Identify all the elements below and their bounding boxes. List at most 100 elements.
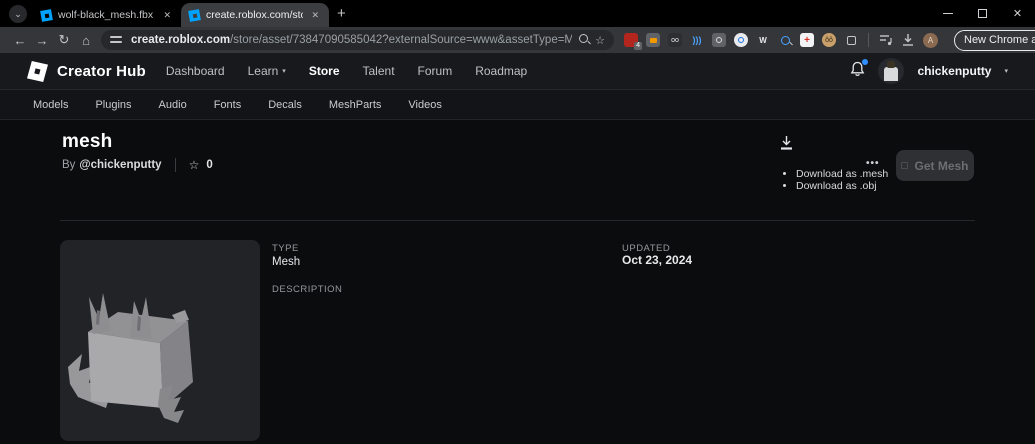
- main-nav: Dashboard Learn ▾ Store Talent Forum Road…: [166, 64, 527, 78]
- forward-button[interactable]: →: [31, 33, 53, 48]
- username[interactable]: chickenputty: [917, 64, 991, 78]
- subnav-plugins[interactable]: Plugins: [95, 99, 131, 111]
- header-right: chickenputty ▾: [850, 58, 1008, 84]
- maximize-button[interactable]: [965, 0, 1000, 26]
- meta-divider: [174, 158, 176, 172]
- extension-hearts-icon[interactable]: 4: [624, 33, 642, 50]
- extension-search-icon[interactable]: [778, 33, 792, 47]
- subnav-videos[interactable]: Videos: [408, 99, 441, 111]
- profile-avatar[interactable]: A: [923, 32, 938, 48]
- chevron-down-icon: ▾: [282, 68, 286, 75]
- nav-roadmap[interactable]: Roadmap: [475, 64, 527, 78]
- extension-sound-icon[interactable]: ))): [690, 33, 704, 47]
- download-button[interactable]: [778, 135, 795, 157]
- chevron-down-icon[interactable]: ▾: [1004, 67, 1008, 75]
- description-label: DESCRIPTION: [272, 284, 343, 295]
- nav-store[interactable]: Store: [309, 64, 340, 78]
- updated-value: Oct 23, 2024: [622, 253, 693, 267]
- section-divider: [60, 220, 975, 221]
- site-info-icon[interactable]: [110, 35, 124, 45]
- type-label: TYPE: [272, 243, 299, 254]
- get-mesh-icon: [901, 162, 909, 169]
- asset-thumbnail-image: [68, 293, 193, 423]
- minimize-button[interactable]: [930, 0, 965, 26]
- subnav-models[interactable]: Models: [33, 99, 68, 111]
- tab-search-button[interactable]: ⌄: [9, 5, 27, 23]
- close-tab-icon[interactable]: ✕: [161, 9, 173, 22]
- tab-studio-file[interactable]: wolf-black_mesh.fbx - Creator S ✕: [33, 3, 181, 27]
- update-chip-label: New Chrome available: [964, 34, 1035, 46]
- author-link[interactable]: @chickenputty: [79, 159, 161, 171]
- asset-page: mesh By @chickenputty ☆ 0 Download as .m…: [0, 120, 1035, 444]
- minimize-icon: [942, 12, 953, 14]
- close-icon: ✕: [1012, 7, 1023, 20]
- more-options-button[interactable]: •••: [866, 158, 880, 169]
- tab-strip: ⌄ wolf-black_mesh.fbx - Creator S ✕ crea…: [0, 0, 1035, 27]
- browser-toolbar: ← → ↻ ⌂ create.roblox.com/store/asset/73…: [0, 27, 1035, 53]
- zoom-icon[interactable]: [579, 34, 589, 46]
- url-path: /store/asset/73847090585042?externalSour…: [230, 34, 573, 46]
- by-label: By: [62, 159, 76, 171]
- roblox-favicon-icon: [188, 8, 201, 22]
- extensions-cluster: 4 oo ))) W + ôô A New Chrome available ⋮: [624, 29, 1035, 51]
- update-chrome-chip[interactable]: New Chrome available ⋮: [954, 29, 1035, 51]
- notifications-button[interactable]: [850, 58, 869, 82]
- extension-clock-icon[interactable]: [734, 33, 748, 47]
- url-text[interactable]: create.roblox.com/store/asset/7384709058…: [131, 34, 572, 46]
- roblox-logo-icon: [27, 60, 48, 82]
- extension-face-icon[interactable]: ôô: [822, 33, 836, 47]
- tab-title: wolf-black_mesh.fbx - Creator S: [58, 9, 155, 21]
- extension-glasses-icon[interactable]: oo: [668, 33, 682, 47]
- favorite-count: 0: [206, 159, 213, 171]
- tab-store-asset[interactable]: create.roblox.com/store/asset/7 ✕: [181, 3, 329, 27]
- new-tab-button[interactable]: +: [337, 5, 346, 22]
- user-avatar[interactable]: [878, 58, 905, 84]
- close-window-button[interactable]: ✕: [1000, 0, 1035, 26]
- downloads-icon[interactable]: [901, 33, 915, 47]
- nav-dashboard[interactable]: Dashboard: [166, 64, 225, 78]
- browser-window: ⌄ wolf-black_mesh.fbx - Creator S ✕ crea…: [0, 0, 1035, 444]
- get-mesh-button[interactable]: Get Mesh: [896, 150, 974, 181]
- extension-badge: 4: [634, 42, 642, 50]
- media-controls-icon[interactable]: [879, 33, 893, 47]
- favorite-star-icon[interactable]: ☆: [189, 158, 200, 172]
- back-button[interactable]: ←: [9, 33, 31, 48]
- download-obj-option[interactable]: Download as .obj: [796, 180, 888, 193]
- extension-camera-icon[interactable]: [712, 33, 726, 47]
- close-tab-icon[interactable]: ✕: [309, 9, 321, 22]
- tab-title: create.roblox.com/store/asset/7: [206, 9, 303, 21]
- brand-name: Creator Hub: [57, 62, 146, 80]
- get-mesh-label: Get Mesh: [914, 158, 969, 173]
- subnav-decals[interactable]: Decals: [268, 99, 302, 111]
- notification-dot: [862, 58, 869, 65]
- download-mesh-option[interactable]: Download as .mesh: [796, 168, 888, 181]
- nav-forum[interactable]: Forum: [418, 64, 453, 78]
- page-title: mesh: [62, 131, 113, 152]
- subnav-fonts[interactable]: Fonts: [214, 99, 242, 111]
- subnav-audio[interactable]: Audio: [159, 99, 187, 111]
- chevron-down-icon: ⌄: [14, 8, 22, 19]
- subnav-meshparts[interactable]: MeshParts: [329, 99, 382, 111]
- creator-hub-header: Creator Hub Dashboard Learn ▾ Store Talen…: [0, 53, 1035, 90]
- nav-talent[interactable]: Talent: [363, 64, 395, 78]
- reload-button[interactable]: ↻: [53, 32, 75, 48]
- address-bar[interactable]: create.roblox.com/store/asset/7384709058…: [101, 30, 614, 50]
- window-controls: ✕: [930, 0, 1035, 26]
- store-subnav: Models Plugins Audio Fonts Decals MeshPa…: [0, 90, 1035, 120]
- type-value: Mesh: [272, 256, 301, 268]
- extension-health-cross-icon[interactable]: +: [800, 33, 814, 47]
- home-button[interactable]: ⌂: [75, 33, 97, 48]
- extension-wikipedia-icon[interactable]: W: [756, 33, 770, 47]
- asset-meta: By @chickenputty ☆ 0: [62, 158, 213, 172]
- nav-learn[interactable]: Learn ▾: [248, 64, 286, 78]
- download-options-menu: Download as .mesh Download as .obj: [796, 168, 888, 193]
- url-domain: create.roblox.com: [131, 34, 231, 46]
- maximize-icon: [978, 8, 987, 18]
- roblox-favicon-icon: [40, 8, 53, 22]
- extensions-puzzle-icon[interactable]: [844, 33, 858, 47]
- extension-photos-icon[interactable]: [646, 33, 660, 47]
- asset-thumbnail: [60, 240, 260, 441]
- creator-hub-brand[interactable]: Creator Hub: [27, 60, 146, 82]
- toolbar-separator: [868, 33, 869, 47]
- bookmark-star-icon[interactable]: ☆: [595, 34, 605, 47]
